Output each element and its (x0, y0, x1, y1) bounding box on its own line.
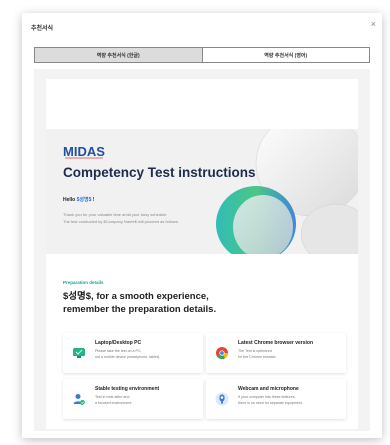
midas-logo: MIDAS (63, 144, 105, 159)
card-description: Test in neat attire and a focused enviro… (95, 395, 132, 406)
tab-english[interactable]: 역량 추천서식 (영어) (201, 48, 369, 62)
card-desc-line-2: for the Chrome browser. (238, 354, 277, 359)
chrome-icon (216, 347, 228, 360)
card-desc-line-2: there is no need for separate equipment. (238, 400, 303, 405)
greeting-suffix: ! (91, 197, 95, 203)
card-laptop-pc: Laptop/Desktop PC Please take the test o… (63, 333, 203, 373)
card-desc-line-1: The Test is optimized (238, 349, 272, 353)
card-desc-line-2: not a mobile device (smartphone, tablet)… (95, 354, 161, 359)
card-title: Stable testing environment (95, 386, 160, 392)
preparation-label: Preparation details (63, 280, 104, 285)
preparation-heading-line-2: remember the preparation details. (63, 304, 217, 315)
monitor-icon (73, 348, 85, 358)
intro-line-1: Thank you for your valuable time amid yo… (63, 212, 168, 217)
tab-korean[interactable]: 역량 추천서식 (한글) (35, 48, 202, 62)
card-title: Latest Chrome browser version (238, 340, 314, 346)
modal-header: 추천서식 × (22, 13, 382, 41)
template-modal: 추천서식 × 역량 추천서식 (한글) 역량 추천서식 (영어) MIDAS C… (22, 13, 382, 438)
preparation-heading: $성명$, for a smooth experience, remember … (63, 290, 353, 316)
card-webcam-microphone: Webcam and microphone If your computer h… (206, 379, 346, 419)
card-title: Webcam and microphone (238, 386, 299, 392)
close-button[interactable]: × (371, 19, 376, 29)
card-title: Laptop/Desktop PC (95, 340, 142, 346)
language-tabs: 역량 추천서식 (한글) 역량 추천서식 (영어) (34, 47, 370, 63)
greeting: Hello $성명$ ! (63, 196, 94, 203)
card-desc-line-1: If your computer has these features, (238, 395, 296, 399)
hero-banner: MIDAS Competency Test instructions Hello… (46, 129, 358, 254)
modal-title: 추천서식 (31, 26, 54, 32)
person-check-icon (73, 394, 85, 405)
intro-line-2: The test conducted by $Company Name$ wil… (63, 219, 179, 224)
card-desc-line-2: a focused environment. (95, 400, 133, 405)
glass-lens-decoration-icon (216, 129, 358, 254)
card-chrome-browser: Latest Chrome browser version The Test i… (206, 333, 346, 373)
webcam-icon (215, 392, 229, 406)
card-description: The Test is optimized for the Chrome bro… (238, 349, 277, 360)
greeting-variable: $성명$ (76, 197, 92, 203)
preview-area: MIDAS Competency Test instructions Hello… (34, 69, 370, 431)
card-description: Please take the test on a PC, not a mobi… (95, 349, 160, 360)
intro-text: Thank you for your valuable time amid yo… (63, 211, 179, 225)
document-page: MIDAS Competency Test instructions Hello… (46, 79, 358, 429)
card-desc-line-1: Test in neat attire and (95, 395, 130, 399)
card-stable-environment: Stable testing environment Test in neat … (63, 379, 203, 419)
logo-text: MIDAS (63, 144, 105, 159)
card-description: If your computer has these features, the… (238, 395, 303, 406)
preparation-heading-line-1: $성명$, for a smooth experience, (63, 291, 209, 302)
greeting-prefix: Hello (63, 197, 77, 203)
